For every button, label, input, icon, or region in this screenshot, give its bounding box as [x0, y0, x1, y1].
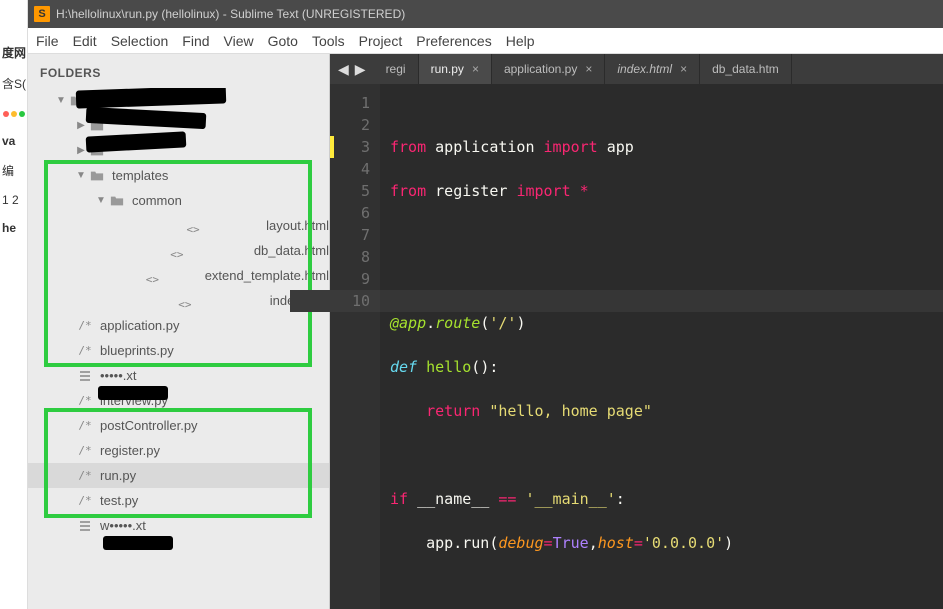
folder-icon — [88, 119, 106, 133]
html-file-icon: <> — [96, 286, 264, 316]
sidebar-title: FOLDERS — [28, 60, 329, 88]
menu-preferences[interactable]: Preferences — [416, 33, 491, 49]
tree-file-index[interactable]: <>index.html — [28, 288, 329, 313]
tree-row-redacted[interactable]: ▶ — [28, 113, 329, 138]
strip-text: 含S( — [2, 75, 25, 92]
tree-row-redacted[interactable]: w•••••.xt — [28, 513, 329, 538]
app-icon: S — [34, 6, 50, 22]
gutter: 1 2 3 4 5 6 7 8 9 10 — [330, 84, 380, 609]
menu-view[interactable]: View — [224, 33, 254, 49]
menu-edit[interactable]: Edit — [73, 33, 97, 49]
tabbar: ◀ ▶ regi run.py× application.py× index.h… — [330, 54, 943, 84]
tree-file-blueprints[interactable]: /*blueprints.py — [28, 338, 329, 363]
tree-file-layout[interactable]: <>layout.html — [28, 213, 329, 238]
disclose-right-icon: ▶ — [76, 120, 86, 131]
menu-selection[interactable]: Selection — [111, 33, 169, 49]
gutter-mark — [330, 136, 334, 158]
strip-dots — [2, 106, 25, 120]
menu-goto[interactable]: Goto — [268, 33, 298, 49]
titlebar: S H:\hellolinux\run.py (hellolinux) - Su… — [28, 0, 943, 28]
folder-icon — [108, 194, 126, 208]
py-file-icon: /* — [76, 419, 94, 432]
strip-text: he — [2, 221, 25, 235]
nav-forward-icon[interactable]: ▶ — [355, 61, 366, 78]
close-icon[interactable]: × — [472, 62, 479, 76]
menu-project[interactable]: Project — [359, 33, 403, 49]
menubar: File Edit Selection Find View Goto Tools… — [28, 28, 943, 54]
py-file-icon: /* — [76, 394, 94, 407]
tab-register-partial[interactable]: regi — [374, 54, 419, 84]
menu-file[interactable]: File — [36, 33, 59, 49]
tree-file-application[interactable]: /*application.py — [28, 313, 329, 338]
editor: ◀ ▶ regi run.py× application.py× index.h… — [330, 54, 943, 609]
folder-icon — [88, 169, 106, 183]
tree-file-run[interactable]: /*run.py — [28, 463, 329, 488]
disclose-down-icon: ▼ — [96, 195, 106, 206]
tree-row-redacted[interactable]: ▼ — [28, 88, 329, 113]
tree-file-extend[interactable]: <>extend_template.html — [28, 263, 329, 288]
menu-help[interactable]: Help — [506, 33, 535, 49]
py-file-icon: /* — [76, 319, 94, 332]
tree-file-register[interactable]: /*register.py — [28, 438, 329, 463]
close-icon[interactable]: × — [585, 62, 592, 76]
disclose-down-icon: ▼ — [56, 95, 66, 106]
disclose-right-icon: ▶ — [76, 145, 86, 156]
external-page-strip: 度网 含S( va 编 1 2 he — [0, 0, 28, 609]
folder-icon — [68, 94, 86, 108]
redaction-mark — [103, 536, 173, 550]
code-text[interactable]: from application import app from registe… — [380, 84, 943, 609]
code-area[interactable]: 1 2 3 4 5 6 7 8 9 10 from application im… — [330, 84, 943, 609]
tab-dbdata[interactable]: db_data.htm — [700, 54, 792, 84]
tree-file-test[interactable]: /*test.py — [28, 488, 329, 513]
tab-run[interactable]: run.py× — [419, 54, 492, 84]
disclose-down-icon: ▼ — [76, 170, 86, 181]
close-icon[interactable]: × — [680, 62, 687, 76]
py-file-icon: /* — [76, 494, 94, 507]
window-title: H:\hellolinux\run.py (hellolinux) - Subl… — [56, 7, 405, 21]
py-file-icon: /* — [76, 344, 94, 357]
strip-text: 编 — [2, 162, 25, 179]
tree-file-interview[interactable]: /*interview.py — [28, 388, 329, 413]
tree-row-redacted[interactable]: •••••.xt — [28, 363, 329, 388]
tab-application[interactable]: application.py× — [492, 54, 605, 84]
tree-row-common[interactable]: ▼common — [28, 188, 329, 213]
folder-tree: ▼ ▶ ▶ ▼templates ▼common <>layout.html <… — [28, 88, 329, 609]
menu-find[interactable]: Find — [182, 33, 209, 49]
strip-text: 1 2 — [2, 193, 25, 207]
tree-row-templates[interactable]: ▼templates — [28, 163, 329, 188]
tree-row-redacted[interactable]: ▶ — [28, 138, 329, 163]
text-file-icon — [76, 370, 94, 382]
tab-index[interactable]: index.html× — [605, 54, 700, 84]
strip-text: va — [2, 134, 25, 148]
folder-icon — [88, 144, 106, 158]
py-file-icon: /* — [76, 469, 94, 482]
strip-text: 度网 — [2, 44, 25, 61]
tree-file-postcontroller[interactable]: /*postController.py — [28, 413, 329, 438]
menu-tools[interactable]: Tools — [312, 33, 345, 49]
tree-file-dbdata[interactable]: <>db_data.html — [28, 238, 329, 263]
py-file-icon: /* — [76, 444, 94, 457]
sidebar: FOLDERS ▼ ▶ ▶ ▼templates ▼common <>layou… — [28, 54, 330, 609]
text-file-icon — [76, 520, 94, 532]
nav-back-icon[interactable]: ◀ — [338, 61, 349, 78]
current-line-highlight — [380, 290, 943, 312]
